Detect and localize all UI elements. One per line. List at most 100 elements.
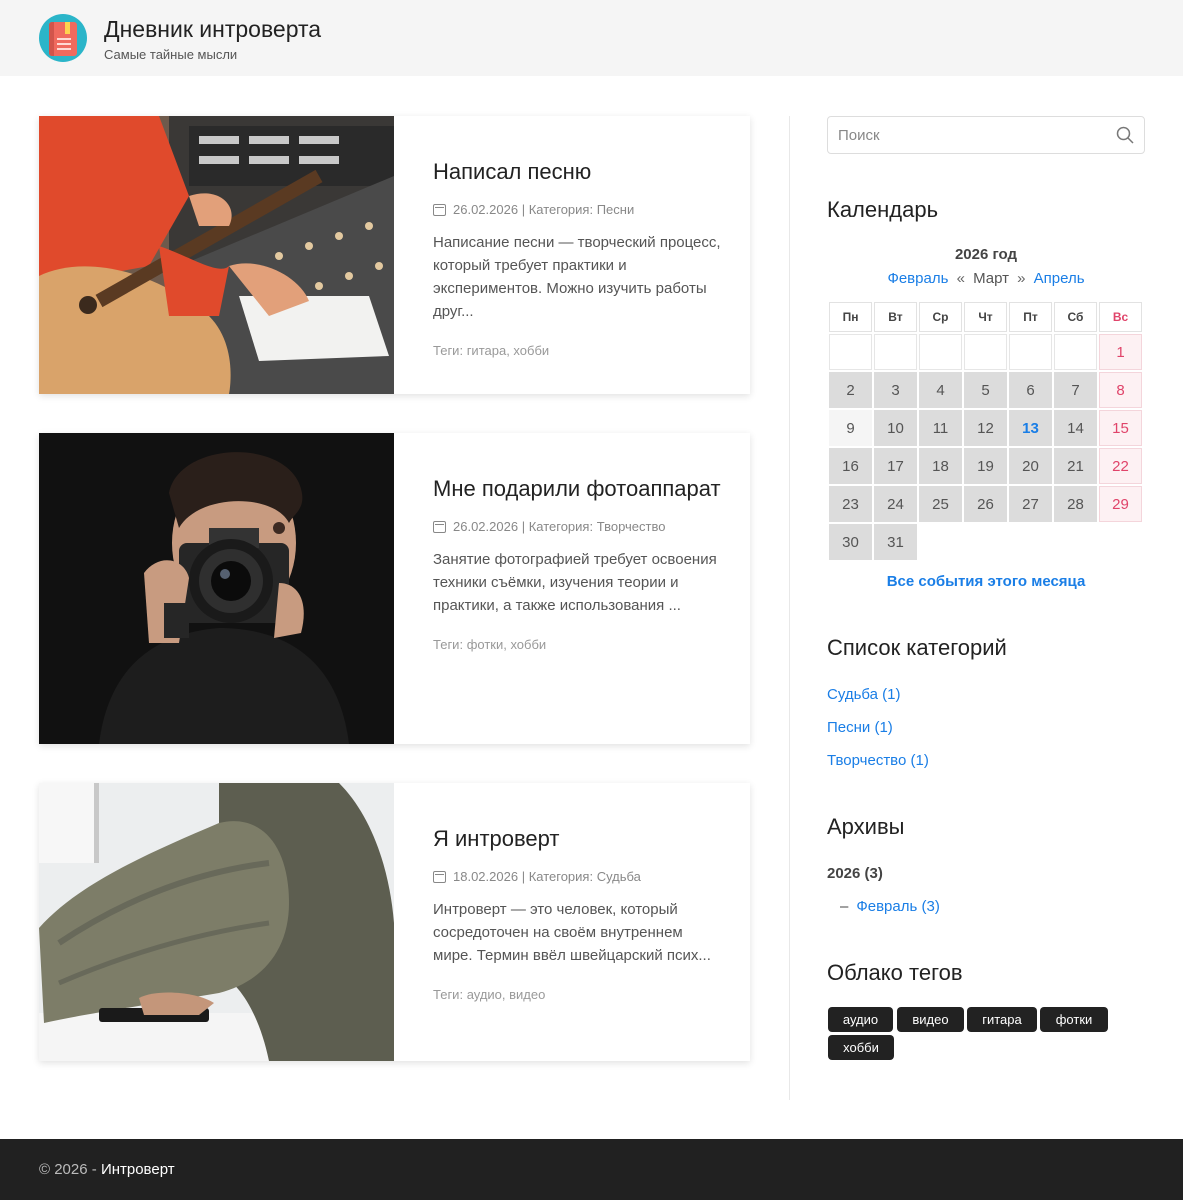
calendar-day-empty (1009, 334, 1052, 370)
calendar-day[interactable]: 28 (1054, 486, 1097, 522)
calendar-day[interactable]: 21 (1054, 448, 1097, 484)
search-box (827, 116, 1145, 154)
tag-cloud-title: Облако тегов (827, 960, 963, 985)
calendar-next-month[interactable]: Апрель (1034, 270, 1085, 287)
post-title[interactable]: Мне подарили фотоаппарат (433, 473, 723, 505)
post-tags: Теги: аудио, видео (433, 987, 546, 1002)
notebook-logo-icon[interactable] (39, 14, 87, 62)
calendar-day[interactable]: 20 (1009, 448, 1052, 484)
post-title[interactable]: Я интроверт (433, 823, 723, 855)
weekday-header: Пн (829, 302, 872, 332)
calendar-day[interactable]: 17 (874, 448, 917, 484)
all-month-events-link[interactable]: Все события этого месяца (827, 573, 1145, 590)
post-category-link[interactable]: Творчество (597, 519, 666, 534)
calendar-day[interactable]: 5 (964, 372, 1007, 408)
post-meta: 26.02.2026 | Категория: Песни (433, 202, 723, 217)
calendar-day-today[interactable]: 13 (1009, 410, 1052, 446)
archive-month-item: – Февраль (3) (840, 898, 940, 915)
weekday-header: Вс (1099, 302, 1142, 332)
calendar-day[interactable]: 16 (829, 448, 872, 484)
footer-copyright: © 2026 - Интроверт (39, 1161, 175, 1178)
category-link[interactable]: Песни (1) (827, 719, 893, 736)
footer-owner-link[interactable]: Интроверт (101, 1161, 175, 1178)
calendar-current-month: Март (973, 270, 1009, 287)
calendar-day[interactable]: 24 (874, 486, 917, 522)
calendar-day-empty (874, 334, 917, 370)
calendar-day[interactable]: 6 (1009, 372, 1052, 408)
tag-audio[interactable]: аудио (828, 1007, 893, 1032)
calendar-day-empty (1054, 334, 1097, 370)
calendar-title: Календарь (827, 197, 939, 222)
column-divider (789, 116, 790, 1100)
calendar-day[interactable]: 19 (964, 448, 1007, 484)
weekday-header: Пт (1009, 302, 1052, 332)
weekday-header: Вт (874, 302, 917, 332)
post-card: Мне подарили фотоаппарат 26.02.2026 | Ка… (39, 433, 750, 744)
calendar-day[interactable]: 3 (874, 372, 917, 408)
calendar-day[interactable]: 29 (1099, 486, 1142, 522)
calendar-day[interactable]: 9 (829, 410, 872, 446)
post-category-link[interactable]: Песни (597, 202, 635, 217)
calendar-day[interactable]: 1 (1099, 334, 1142, 370)
calendar-day-empty (829, 334, 872, 370)
tag-photos[interactable]: фотки (1040, 1007, 1108, 1032)
dash-icon: – (840, 898, 849, 915)
calendar-day[interactable]: 25 (919, 486, 962, 522)
calendar-day-empty (1099, 524, 1142, 560)
calendar-day[interactable]: 31 (874, 524, 917, 560)
calendar-day[interactable]: 23 (829, 486, 872, 522)
category-link[interactable]: Судьба (1) (827, 686, 901, 703)
post-category-link[interactable]: Судьба (597, 869, 641, 884)
calendar-day[interactable]: 14 (1054, 410, 1097, 446)
post-image-camera[interactable] (39, 433, 394, 744)
calendar-day[interactable]: 8 (1099, 372, 1142, 408)
category-link[interactable]: Творчество (1) (827, 752, 929, 769)
calendar-day[interactable]: 30 (829, 524, 872, 560)
site-title[interactable]: Дневник интроверта (104, 16, 321, 43)
calendar-grid: Пн Вт Ср Чт Пт Сб Вс 1 2 3 4 5 6 7 8 9 1… (827, 300, 1144, 562)
calendar-day[interactable]: 4 (919, 372, 962, 408)
calendar-day[interactable]: 22 (1099, 448, 1142, 484)
calendar-icon (433, 203, 446, 216)
calendar-day-empty (919, 334, 962, 370)
post-excerpt: Интроверт — это человек, который сосредо… (433, 901, 711, 964)
post-image-guitar[interactable] (39, 116, 394, 394)
post-excerpt: Занятие фотографией требует освоения тех… (433, 551, 717, 614)
tag-guitar[interactable]: гитара (967, 1007, 1037, 1032)
post-tags: Теги: гитара, хобби (433, 343, 550, 358)
post-excerpt: Написание песни — творческий процесс, ко… (433, 234, 721, 320)
tag-video[interactable]: видео (897, 1007, 964, 1032)
calendar-day[interactable]: 26 (964, 486, 1007, 522)
calendar-icon (433, 870, 446, 883)
archive-month-link[interactable]: Февраль (3) (856, 898, 939, 915)
calendar-day-empty (919, 524, 962, 560)
site-header: Дневник интроверта Самые тайные мысли (0, 0, 1183, 76)
calendar-day[interactable]: 10 (874, 410, 917, 446)
search-input[interactable] (828, 117, 1108, 153)
calendar-day[interactable]: 15 (1099, 410, 1142, 446)
site-subtitle: Самые тайные мысли (104, 47, 238, 62)
post-meta: 26.02.2026 | Категория: Творчество (433, 519, 723, 534)
calendar-nav: Февраль « Март » Апрель (827, 270, 1145, 287)
calendar-prev-month[interactable]: Февраль (887, 270, 948, 287)
post-card: Написал песню 26.02.2026 | Категория: Пе… (39, 116, 750, 394)
calendar-day-empty (1009, 524, 1052, 560)
calendar-day[interactable]: 18 (919, 448, 962, 484)
calendar-day[interactable]: 7 (1054, 372, 1097, 408)
site-footer: © 2026 - Интроверт (0, 1139, 1183, 1200)
calendar-day[interactable]: 27 (1009, 486, 1052, 522)
calendar-day-empty (964, 334, 1007, 370)
calendar-day[interactable]: 12 (964, 410, 1007, 446)
tag-hobby[interactable]: хобби (828, 1035, 894, 1060)
post-tags: Теги: фотки, хобби (433, 637, 547, 652)
calendar-day[interactable]: 2 (829, 372, 872, 408)
calendar-day[interactable]: 11 (919, 410, 962, 446)
post-card: Я интроверт 18.02.2026 | Категория: Судь… (39, 783, 750, 1061)
archives-title: Архивы (827, 814, 905, 839)
post-meta: 18.02.2026 | Категория: Судьба (433, 869, 723, 884)
calendar-day-empty (964, 524, 1007, 560)
search-icon[interactable] (1116, 126, 1134, 144)
weekday-header: Чт (964, 302, 1007, 332)
post-title[interactable]: Написал песню (433, 156, 723, 188)
post-image-introvert[interactable] (39, 783, 394, 1061)
